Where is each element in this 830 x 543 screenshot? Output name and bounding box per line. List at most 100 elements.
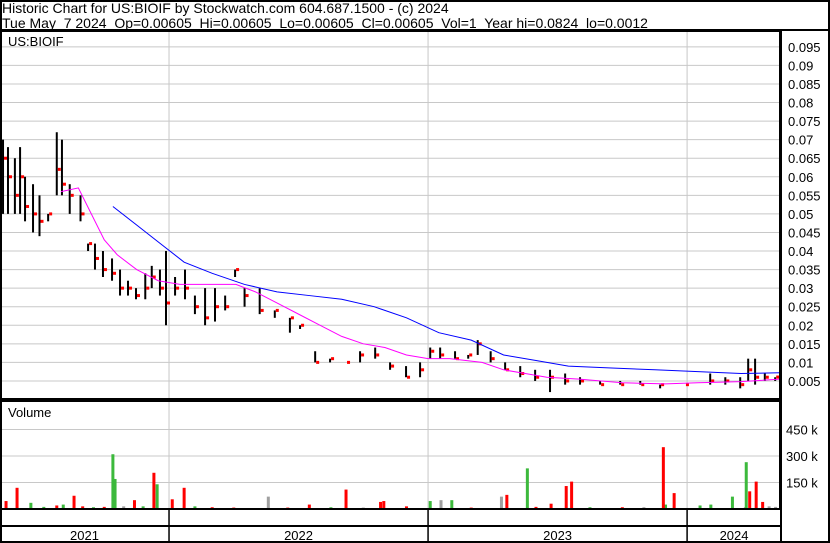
close-point	[347, 360, 351, 364]
volume-bar	[132, 500, 136, 509]
y-tick-label: 0.035	[788, 263, 821, 278]
y-tick-label: 0.06	[788, 170, 813, 185]
y-tick-label: 0.055	[788, 188, 821, 203]
close-point	[361, 353, 365, 357]
volume-bar	[113, 478, 117, 509]
volume-bar	[4, 501, 8, 509]
long-moving-average-line	[112, 206, 780, 375]
price-marks	[2, 132, 780, 393]
volume-bar	[450, 500, 454, 509]
volume-bar	[564, 486, 568, 509]
close-point	[316, 360, 320, 364]
close-point	[146, 286, 150, 290]
close-point	[331, 357, 335, 361]
y-tick-label: 0.04	[788, 244, 813, 259]
close-point	[21, 175, 25, 179]
y-tick-label: 0.075	[788, 114, 821, 129]
close-point	[260, 308, 264, 312]
close-point	[121, 286, 125, 290]
volume-bar	[744, 462, 748, 509]
close-point	[89, 242, 93, 246]
y-tick-label: 0.005	[788, 374, 821, 389]
close-point	[421, 368, 425, 372]
close-point	[103, 268, 107, 272]
volume-bar	[505, 494, 509, 509]
volume-bar	[72, 495, 76, 509]
stock-chart: Historic Chart for US:BIOIF by Stockwatc…	[0, 0, 830, 543]
close-point	[34, 212, 38, 216]
volume-bar	[661, 447, 665, 509]
close-point	[749, 368, 753, 372]
close-point	[756, 375, 760, 379]
x-tick-label: 2024	[720, 528, 749, 543]
volume-bar	[382, 501, 386, 509]
close-point	[57, 167, 61, 171]
close-point	[195, 305, 199, 309]
close-point	[441, 353, 445, 357]
volume-bar	[170, 499, 174, 509]
volume-bar	[182, 487, 186, 509]
volume-bar	[155, 484, 159, 509]
close-point	[176, 286, 180, 290]
volume-bar	[428, 501, 432, 509]
close-point	[407, 375, 411, 379]
close-point	[245, 294, 249, 298]
close-point	[236, 268, 240, 272]
close-point	[290, 316, 294, 320]
y-tick-label: 0.02	[788, 318, 813, 333]
y-tick-label: 0.015	[788, 337, 821, 352]
close-point	[765, 375, 769, 379]
close-point	[491, 357, 495, 361]
close-point	[167, 301, 171, 305]
volume-bar	[379, 501, 383, 509]
y-tick-label: 0.08	[788, 96, 813, 111]
axes: 0.005 0.01 0.015 0.02 0.025 0.03 0.035 0.04 0.04…	[0, 0, 830, 543]
x-tick-label: 2023	[543, 528, 572, 543]
volume-bar	[672, 493, 676, 509]
y-tick-label: 0.01	[788, 355, 813, 370]
volume-tick-label: 300 k	[786, 449, 818, 464]
y-tick-label: 0.095	[788, 40, 821, 55]
volume-bar	[439, 500, 443, 509]
close-point	[136, 294, 140, 298]
close-point	[160, 286, 164, 290]
close-point	[469, 353, 473, 357]
close-point	[70, 193, 74, 197]
close-point	[431, 349, 435, 353]
x-tick-label: 2021	[70, 528, 99, 543]
close-point	[26, 204, 30, 208]
gridlines	[0, 31, 781, 510]
close-point	[275, 308, 279, 312]
volume-bar	[748, 491, 752, 509]
volume-bar	[152, 472, 156, 509]
close-point	[301, 323, 305, 327]
symbol-label: US:BIOIF	[8, 34, 64, 49]
y-tick-label: 0.03	[788, 281, 813, 296]
close-point	[4, 156, 8, 160]
close-point	[741, 383, 745, 387]
volume-tick-label: 450 k	[786, 423, 818, 438]
y-tick-label: 0.065	[788, 151, 821, 166]
y-tick-label: 0.085	[788, 77, 821, 92]
close-point	[95, 256, 99, 260]
close-point	[185, 286, 189, 290]
close-point	[62, 182, 66, 186]
y-tick-label: 0.07	[788, 133, 813, 148]
volume-tick-label: 150 k	[786, 476, 818, 491]
close-point	[129, 286, 133, 290]
close-point	[206, 316, 210, 320]
volume-bar	[525, 468, 529, 509]
volume-bar	[266, 496, 270, 509]
y-tick-label: 0.09	[788, 58, 813, 73]
y-tick-label: 0.025	[788, 300, 821, 315]
volume-bar	[761, 501, 765, 509]
close-point	[49, 212, 53, 216]
close-point	[621, 383, 625, 387]
close-point	[226, 305, 230, 309]
volume-bar	[344, 489, 348, 509]
y-tick-label: 0.05	[788, 207, 813, 222]
volume-bar	[15, 487, 19, 509]
close-point	[566, 379, 570, 383]
volume-bar	[570, 481, 574, 509]
close-point	[15, 193, 19, 197]
